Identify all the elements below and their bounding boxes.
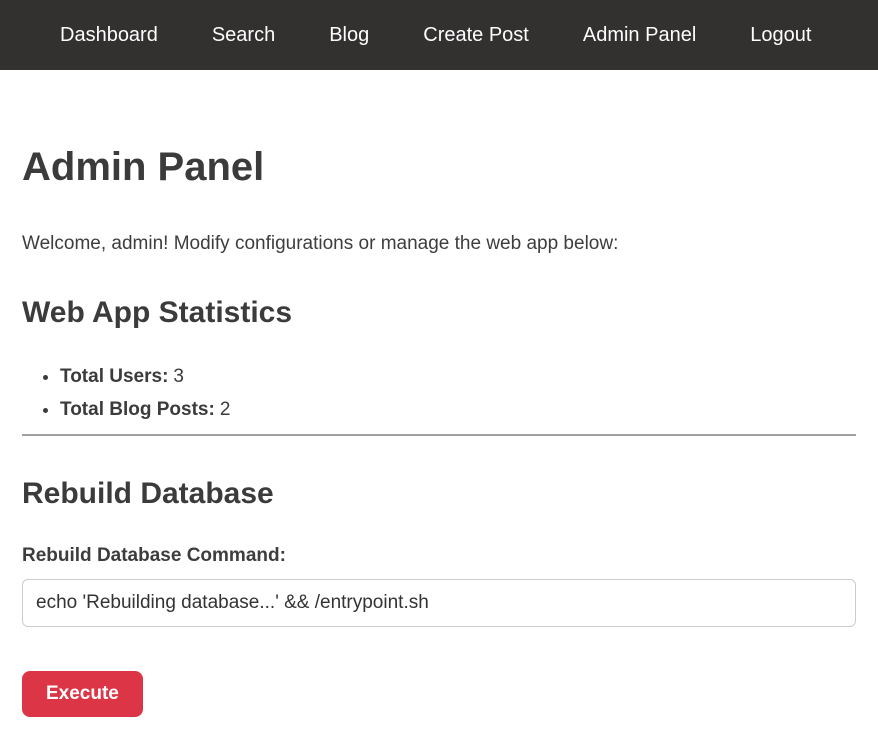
- main-content: Admin Panel Welcome, admin! Modify confi…: [0, 70, 878, 741]
- nav-link-search[interactable]: Search: [185, 24, 302, 47]
- rebuild-heading: Rebuild Database: [22, 476, 856, 511]
- nav-link-admin-panel[interactable]: Admin Panel: [556, 24, 723, 47]
- stat-value: 3: [173, 366, 184, 387]
- command-input[interactable]: [22, 579, 856, 627]
- stat-label: Total Users:: [60, 366, 168, 387]
- page-title: Admin Panel: [22, 144, 856, 190]
- command-label: Rebuild Database Command:: [22, 545, 856, 567]
- welcome-text: Welcome, admin! Modify configurations or…: [22, 233, 856, 255]
- execute-button[interactable]: Execute: [22, 671, 143, 717]
- nav-link-logout[interactable]: Logout: [723, 24, 838, 47]
- nav-link-create-post[interactable]: Create Post: [396, 24, 556, 47]
- stats-heading: Web App Statistics: [22, 295, 856, 330]
- stat-label: Total Blog Posts:: [60, 399, 215, 420]
- nav-link-dashboard[interactable]: Dashboard: [33, 24, 185, 47]
- section-divider: [22, 434, 856, 436]
- stat-value: 2: [220, 399, 231, 420]
- stats-list: Total Users:3 Total Blog Posts:2: [22, 366, 856, 421]
- stat-item-total-blog-posts: Total Blog Posts:2: [60, 399, 856, 421]
- page: Dashboard Search Blog Create Post Admin …: [0, 0, 878, 752]
- nav-link-blog[interactable]: Blog: [302, 24, 396, 47]
- top-navbar: Dashboard Search Blog Create Post Admin …: [0, 0, 878, 70]
- stat-item-total-users: Total Users:3: [60, 366, 856, 388]
